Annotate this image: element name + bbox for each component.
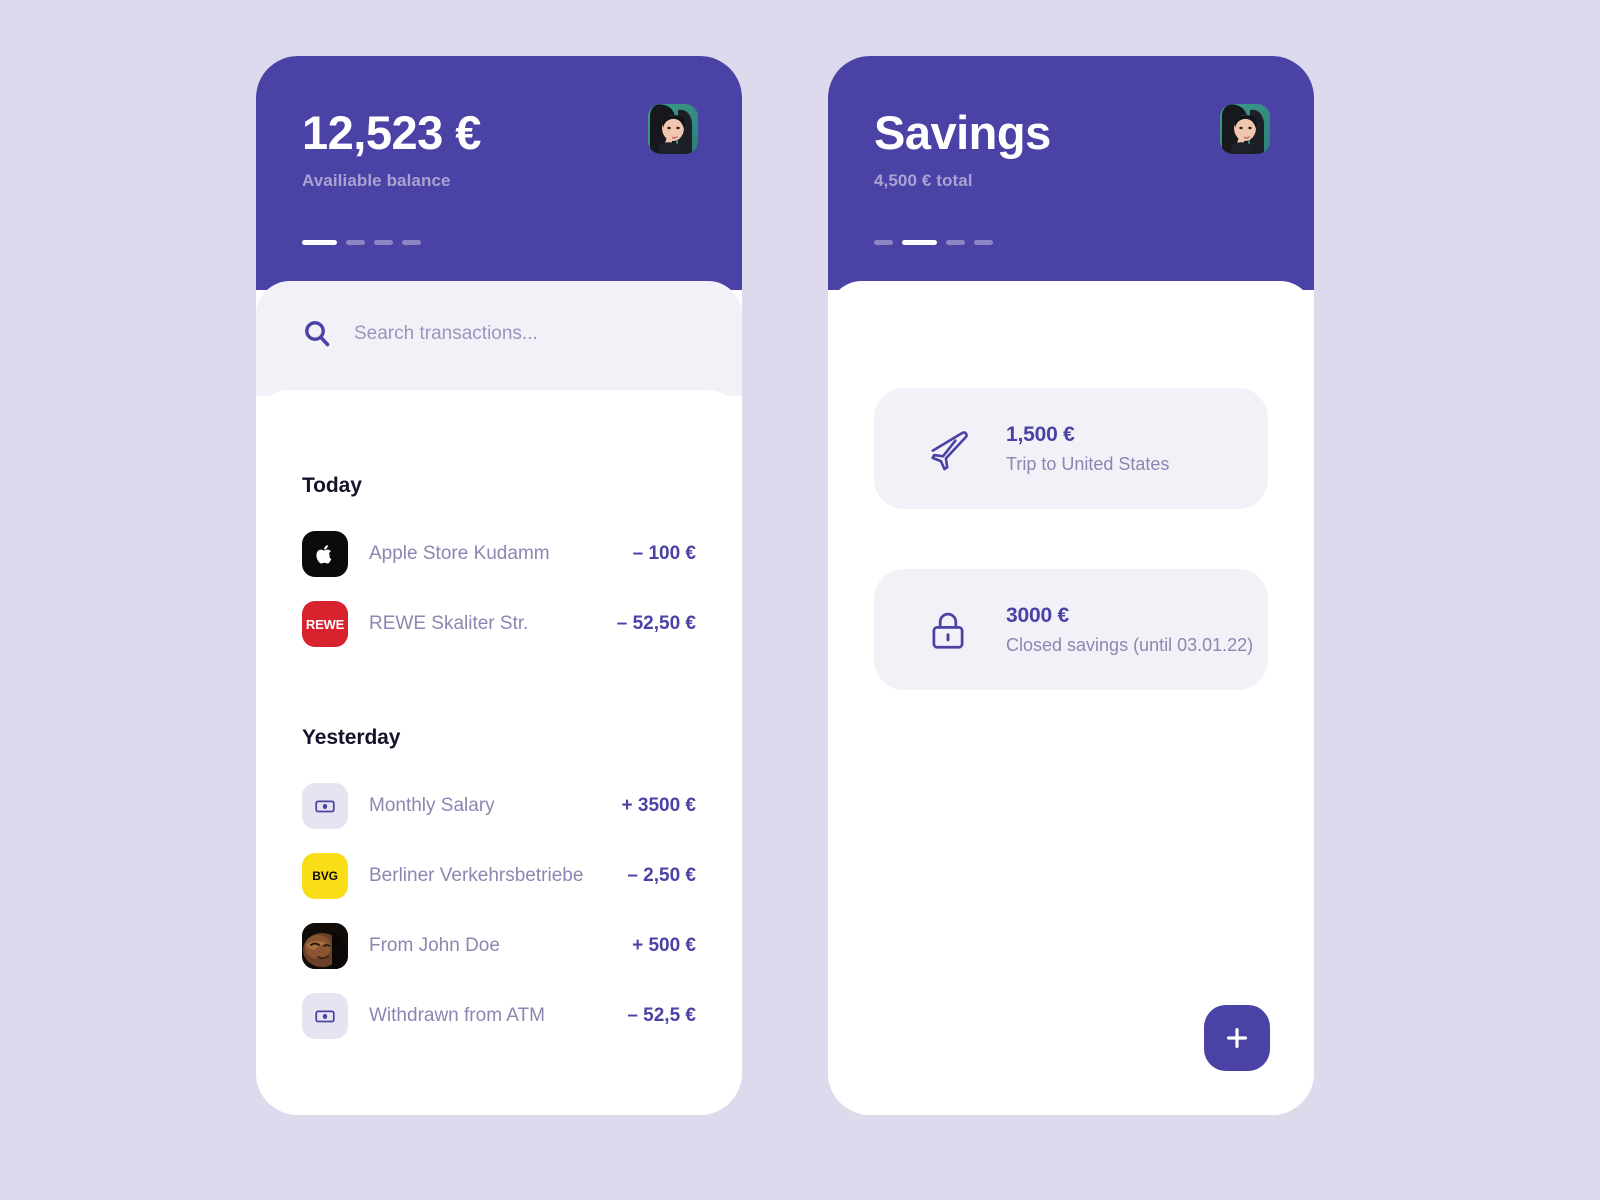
pagination-dot-3[interactable]: [374, 240, 393, 245]
transaction-label: REWE Skaliter Str.: [369, 613, 529, 634]
group-title-today: Today: [302, 474, 362, 497]
balance-subtitle: Availiable balance: [302, 171, 451, 190]
pagination-dot-4[interactable]: [402, 240, 421, 245]
rewe-logo-text: REWE: [305, 616, 345, 632]
rewe-logo: REWE: [302, 601, 348, 647]
transactions-panel: Today Apple Store Kudamm – 100 € REWE RE…: [256, 390, 742, 1115]
transaction-label: Withdrawn from ATM: [369, 1005, 545, 1026]
pagination-dot-2[interactable]: [346, 240, 365, 245]
bvg-logo-text: BVG: [312, 869, 338, 883]
balance-header: 12,523 € Availiable balance: [256, 56, 742, 290]
transaction-list: Today Apple Store Kudamm – 100 € REWE RE…: [256, 474, 742, 1040]
banknote-icon: [302, 993, 348, 1039]
transaction-amount: – 52,50 €: [616, 613, 696, 634]
pagination-dot-2[interactable]: [902, 240, 937, 245]
search-bar[interactable]: Search transactions...: [302, 319, 538, 349]
table-row[interactable]: From John Doe + 500 €: [302, 922, 696, 970]
transaction-group-yesterday: Yesterday Monthly Salary + 3500 € BVG Be…: [302, 726, 696, 1040]
group-title-yesterday: Yesterday: [302, 726, 401, 749]
transaction-label: Apple Store Kudamm: [369, 543, 550, 564]
savings-card-description: Closed savings (until 03.01.22): [1006, 634, 1254, 655]
savings-title: Savings: [874, 106, 1051, 159]
transaction-amount: – 2,50 €: [627, 865, 696, 886]
search-panel: Search transactions...: [256, 281, 742, 396]
pagination-dot-1[interactable]: [302, 240, 337, 245]
table-row[interactable]: Withdrawn from ATM – 52,5 €: [302, 992, 696, 1040]
pagination-dot-1[interactable]: [874, 240, 893, 245]
savings-card-amount: 3000 €: [1006, 604, 1070, 628]
transaction-amount: – 52,5 €: [627, 1005, 696, 1026]
pagination-dot-3[interactable]: [946, 240, 965, 245]
savings-card-trip[interactable]: 1,500 € Trip to United States: [874, 388, 1268, 509]
contact-avatar: [302, 923, 348, 969]
bvg-logo: BVG: [302, 853, 348, 899]
user-avatar[interactable]: [1220, 104, 1270, 154]
plus-icon: [1223, 1024, 1251, 1052]
phone-screen-balance: 12,523 € Availiable balance Search trans…: [256, 56, 742, 1115]
search-input[interactable]: Search transactions...: [354, 323, 538, 345]
table-row[interactable]: Monthly Salary + 3500 €: [302, 782, 696, 830]
table-row[interactable]: BVG Berliner Verkehrsbetriebe – 2,50 €: [302, 852, 696, 900]
transaction-label: Monthly Salary: [369, 795, 495, 816]
lock-icon: [920, 602, 976, 658]
savings-card-closed[interactable]: 3000 € Closed savings (until 03.01.22): [874, 569, 1268, 690]
banknote-icon: [302, 783, 348, 829]
savings-card-text: 3000 € Closed savings (until 03.01.22): [1006, 603, 1253, 655]
savings-card-text: 1,500 € Trip to United States: [1006, 422, 1169, 474]
table-row[interactable]: REWE REWE Skaliter Str. – 52,50 €: [302, 600, 696, 648]
user-avatar[interactable]: [648, 104, 698, 154]
transaction-group-today: Today Apple Store Kudamm – 100 € REWE RE…: [302, 474, 696, 648]
airplane-icon: [920, 421, 976, 477]
savings-panel: 1,500 € Trip to United States 3000 € Clo…: [828, 281, 1314, 1115]
savings-card-amount: 1,500 €: [1006, 423, 1075, 447]
pagination-dot-4[interactable]: [974, 240, 993, 245]
transaction-amount: + 500 €: [632, 935, 696, 956]
pagination-dots-savings[interactable]: [874, 240, 993, 245]
apple-logo: [302, 531, 348, 577]
table-row[interactable]: Apple Store Kudamm – 100 €: [302, 530, 696, 578]
savings-subtitle: 4,500 € total: [874, 171, 973, 190]
savings-header: Savings 4,500 € total: [828, 56, 1314, 290]
transaction-amount: + 3500 €: [621, 795, 697, 816]
add-savings-button[interactable]: [1204, 1005, 1270, 1071]
transaction-label: From John Doe: [369, 935, 500, 956]
search-icon: [302, 319, 332, 349]
balance-amount: 12,523 €: [302, 106, 481, 159]
pagination-dots-balance[interactable]: [302, 240, 421, 245]
transaction-label: Berliner Verkehrsbetriebe: [369, 865, 584, 886]
transaction-amount: – 100 €: [632, 543, 696, 564]
savings-card-description: Trip to United States: [1006, 453, 1170, 474]
app-mockup-stage: 12,523 € Availiable balance Search trans…: [0, 0, 1600, 1200]
savings-card-list: 1,500 € Trip to United States 3000 € Clo…: [828, 281, 1314, 690]
phone-screen-savings: Savings 4,500 € total 1,500 € Trip to Un…: [828, 56, 1314, 1115]
